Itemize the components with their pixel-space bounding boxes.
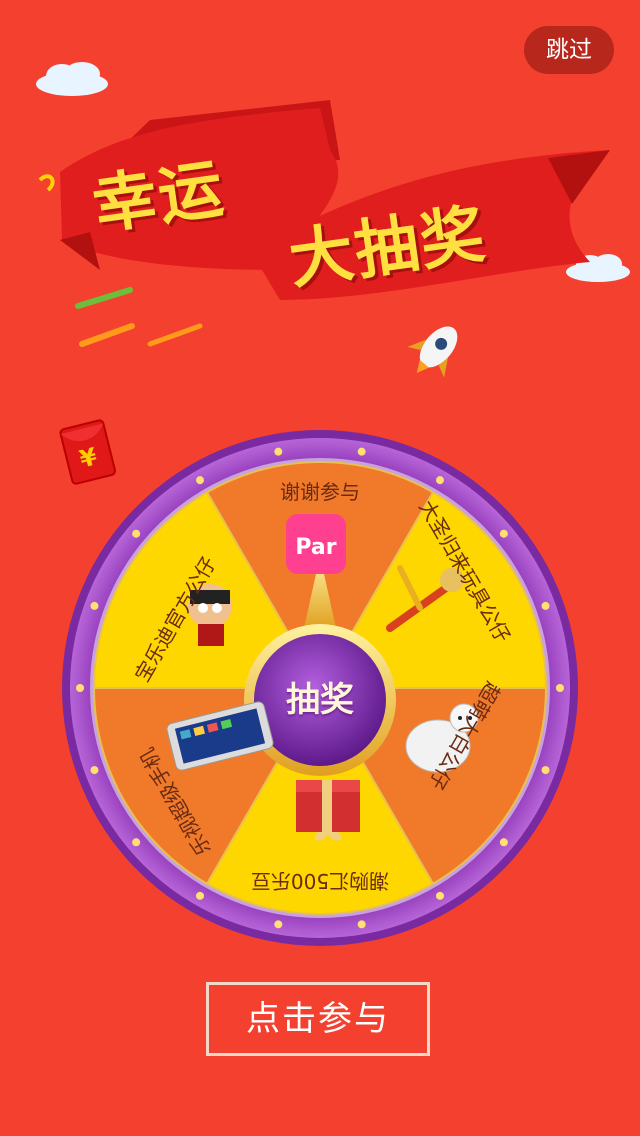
- rim-stud: [541, 766, 550, 775]
- rim-stud: [196, 891, 204, 900]
- cloud-icon: [36, 62, 108, 96]
- rim-stud: [274, 920, 283, 929]
- rim-stud: [499, 529, 508, 538]
- rocket-icon: [407, 326, 458, 378]
- rim-stud: [132, 529, 141, 538]
- rim-stud: [274, 447, 283, 456]
- spin-button-label: 抽奖: [286, 680, 354, 720]
- decorative-streaks: [75, 287, 203, 347]
- rim-stud: [357, 447, 366, 456]
- rim-stud: [556, 684, 564, 692]
- spin-button[interactable]: 抽奖: [244, 624, 396, 776]
- par-app-icon: Par: [286, 514, 346, 574]
- title-line-1: 幸运: [88, 152, 230, 244]
- segment-label-0: 谢谢参与: [280, 480, 360, 504]
- rim-stud: [499, 838, 508, 847]
- gift-box-icon: [296, 780, 360, 841]
- segment-label-3: 潮购汇500乐豆: [250, 869, 390, 893]
- join-lottery-button[interactable]: 点击参与: [206, 982, 430, 1056]
- svg-text:Par: Par: [295, 535, 336, 560]
- rim-stud: [541, 601, 550, 610]
- prize-wheel[interactable]: Par 谢谢参与 大圣归来玩具公仔 超萌大白公仔 潮购汇500乐豆 乐视超级手机…: [60, 428, 580, 948]
- rim-stud: [436, 476, 444, 485]
- rim-stud: [436, 891, 444, 900]
- rim-stud: [132, 838, 141, 847]
- rim-stud: [90, 766, 99, 775]
- rim-stud: [357, 920, 366, 929]
- rim-stud: [76, 684, 84, 692]
- rim-stud: [196, 476, 204, 485]
- rim-stud: [90, 601, 99, 610]
